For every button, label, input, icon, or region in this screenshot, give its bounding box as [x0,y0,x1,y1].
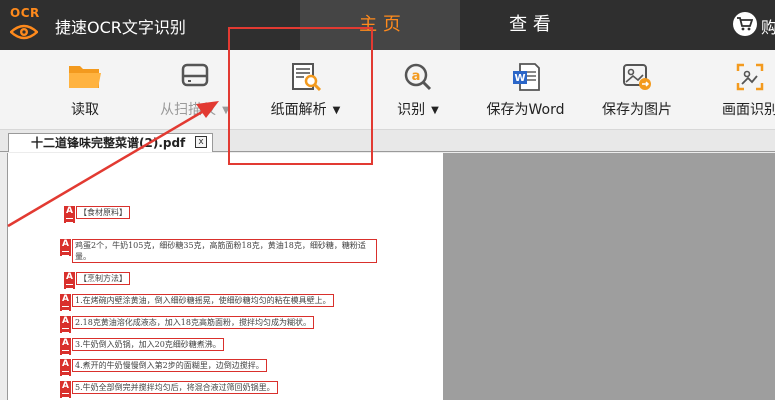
cart-label[interactable]: 购 [761,14,775,38]
svg-text:a: a [412,69,421,84]
text-region-icon: A [60,381,71,398]
folder-icon [69,66,101,88]
scanner-icon [181,63,209,87]
recognized-line[interactable]: A 1.在烤碗内壁涂黄油，倒入细砂糖摇晃，使细砂糖均匀的粘在模具壁上。 [60,294,334,311]
save-image-icon [623,64,651,90]
recognized-line[interactable]: A 5.牛奶全部倒完并搅拌均匀后，将混合液过筛回奶锅里。 [60,381,278,398]
save-word-button[interactable]: W 保存为Word [478,50,573,130]
cart-button[interactable] [733,12,757,36]
text-region-icon: A [60,316,71,333]
document-page: A 【食材原料】 A 鸡蛋2个，牛奶105克，细砂糖35克，高筋面粉18克，黄油… [7,153,443,400]
word-icon: W [512,63,540,91]
text-region-icon: A [64,206,75,223]
recognized-text[interactable]: 【食材原料】 [76,206,130,219]
screen-capture-button[interactable]: 画面识别 [710,50,775,130]
highlight-box [228,27,373,165]
recognized-text[interactable]: 1.在烤碗内壁涂黄油，倒入细砂糖摇晃，使细砂糖均匀的粘在模具壁上。 [72,294,334,307]
recognized-line[interactable]: A 4.煮开的牛奶慢慢倒入第2步的面糊里，边倒边搅拌。 [60,359,267,376]
recognized-text[interactable]: 鸡蛋2个，牛奶105克，细砂糖35克，高筋面粉18克，黄油18克，细砂糖，糖粉适… [72,239,377,263]
save-word-label: 保存为Word [486,102,565,118]
tab-view[interactable]: 查 看 [450,0,610,50]
recognize-icon: a [404,63,432,91]
svg-text:W: W [514,73,525,84]
scan-button[interactable]: 从扫描仪 ▼ [150,50,240,130]
text-region-icon: A [60,338,71,355]
save-image-button[interactable]: 保存为图片 [592,50,682,130]
close-icon[interactable]: x [195,136,207,148]
document-tab[interactable]: 十二道锋味完整菜谱(2).pdf [8,133,213,152]
canvas-background [443,153,775,400]
recognized-line[interactable]: A 鸡蛋2个，牛奶105克，细砂糖35克，高筋面粉18克，黄油18克，细砂糖，糖… [60,239,377,263]
text-region-icon: A [64,272,75,289]
title-bar: OCR 捷速OCR文字识别 主 页 查 看 购 [0,0,775,50]
recognize-label: 识别 ▼ [397,102,439,118]
recognized-line[interactable]: A 【食材原料】 [64,206,130,223]
app-logo: OCR [8,6,42,44]
text-region-icon: A [60,294,71,311]
recognized-text[interactable]: 4.煮开的牛奶慢慢倒入第2步的面糊里，边倒边搅拌。 [72,359,267,372]
eye-icon [10,24,38,40]
recognized-line[interactable]: A 2.18克黄油溶化成液态，加入18克高筋面粉，搅拌均匀成为糊状。 [60,316,314,333]
recognized-line[interactable]: A 【烹制方法】 [64,272,130,289]
text-region-icon: A [60,359,71,376]
text-region-icon: A [60,239,71,256]
recognized-text[interactable]: 【烹制方法】 [76,272,130,285]
recognized-text[interactable]: 2.18克黄油溶化成液态，加入18克高筋面粉，搅拌均匀成为糊状。 [72,316,314,329]
app-title: 捷速OCR文字识别 [55,18,186,37]
screen-capture-icon [736,63,764,91]
recognized-text[interactable]: 5.牛奶全部倒完并搅拌均匀后，将混合液过筛回奶锅里。 [72,381,278,394]
document-tab-strip: 十二道锋味完整菜谱(2).pdf [0,130,775,152]
save-image-label: 保存为图片 [602,102,672,118]
recognize-button[interactable]: a 识别 ▼ [383,50,453,130]
recognized-line[interactable]: A 3.牛奶倒入奶锅，加入20克细砂糖煮沸。 [60,338,224,355]
recognized-text[interactable]: 3.牛奶倒入奶锅，加入20克细砂糖煮沸。 [72,338,224,351]
screen-capture-label: 画面识别 [722,102,775,118]
scan-label: 从扫描仪 ▼ [160,102,230,118]
cart-icon [737,17,753,31]
logo-text: OCR [10,6,40,20]
open-button[interactable]: 读取 [45,50,125,130]
toolbar: 读取 从扫描仪 ▼ 纸面解析 ▼ a 识别 ▼ W 保存为Word 保存为图片 … [0,50,775,130]
open-label: 读取 [71,102,99,118]
